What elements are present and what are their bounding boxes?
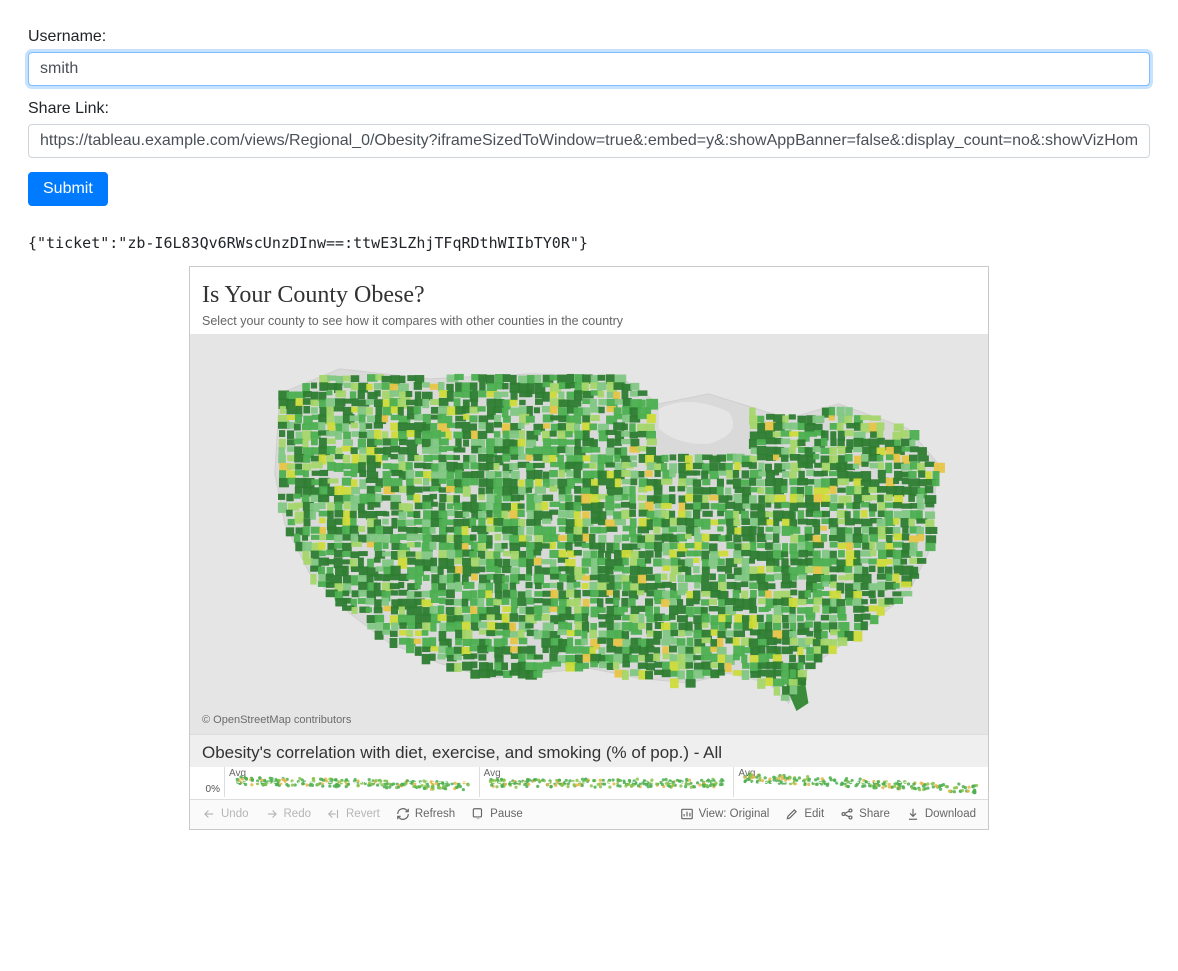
us-choropleth-map[interactable]: © OpenStreetMap contributors	[190, 334, 988, 734]
refresh-button[interactable]: Refresh	[388, 800, 463, 829]
redo-button[interactable]: Redo	[257, 800, 320, 829]
pencil-icon	[785, 807, 799, 821]
viz-title: Is Your County Obese?	[202, 281, 976, 310]
revert-button[interactable]: Revert	[319, 800, 388, 829]
arrow-right-icon	[265, 807, 279, 821]
correlation-scatter-plots[interactable]: 0% Avg Avg Avg	[190, 767, 988, 799]
sharelink-input[interactable]	[28, 124, 1150, 158]
edit-button[interactable]: Edit	[777, 800, 832, 829]
map-attribution: © OpenStreetMap contributors	[202, 714, 351, 726]
share-button[interactable]: Share	[832, 800, 898, 829]
arrow-left-icon	[202, 807, 216, 821]
tableau-viz-embed: Is Your County Obese? Select your county…	[189, 266, 989, 830]
edit-label: Edit	[804, 808, 824, 820]
viz-subtitle: Select your county to see how it compare…	[202, 314, 976, 328]
pause-button[interactable]: Pause	[463, 800, 531, 829]
refresh-icon	[396, 807, 410, 821]
viz-toolbar: Undo Redo Revert Refresh Pause View: O	[190, 799, 988, 829]
username-input[interactable]	[28, 52, 1150, 86]
revert-icon	[327, 807, 341, 821]
corr-plot-exercise[interactable]: Avg	[479, 767, 734, 797]
share-icon	[840, 807, 854, 821]
download-button[interactable]: Download	[898, 800, 984, 829]
username-label: Username:	[28, 28, 1150, 46]
view-icon	[680, 807, 694, 821]
view-button[interactable]: View: Original	[672, 800, 778, 829]
pause-icon	[471, 807, 485, 821]
download-icon	[906, 807, 920, 821]
redo-label: Redo	[284, 808, 312, 820]
undo-button[interactable]: Undo	[194, 800, 257, 829]
submit-button[interactable]: Submit	[28, 172, 108, 206]
download-label: Download	[925, 808, 976, 820]
response-json: {"ticket":"zb-I6L83Qv6RWscUnzDInw==:ttwE…	[28, 234, 1150, 252]
corr-y-axis-label: 0%	[190, 767, 224, 797]
pause-label: Pause	[490, 808, 523, 820]
corr-plot-smoking[interactable]: Avg	[733, 767, 988, 797]
undo-label: Undo	[221, 808, 249, 820]
share-label: Share	[859, 808, 890, 820]
view-label: View: Original	[699, 808, 770, 820]
revert-label: Revert	[346, 808, 380, 820]
refresh-label: Refresh	[415, 808, 455, 820]
sharelink-label: Share Link:	[28, 100, 1150, 118]
correlation-title: Obesity's correlation with diet, exercis…	[190, 735, 988, 767]
corr-plot-diet[interactable]: Avg	[224, 767, 479, 797]
